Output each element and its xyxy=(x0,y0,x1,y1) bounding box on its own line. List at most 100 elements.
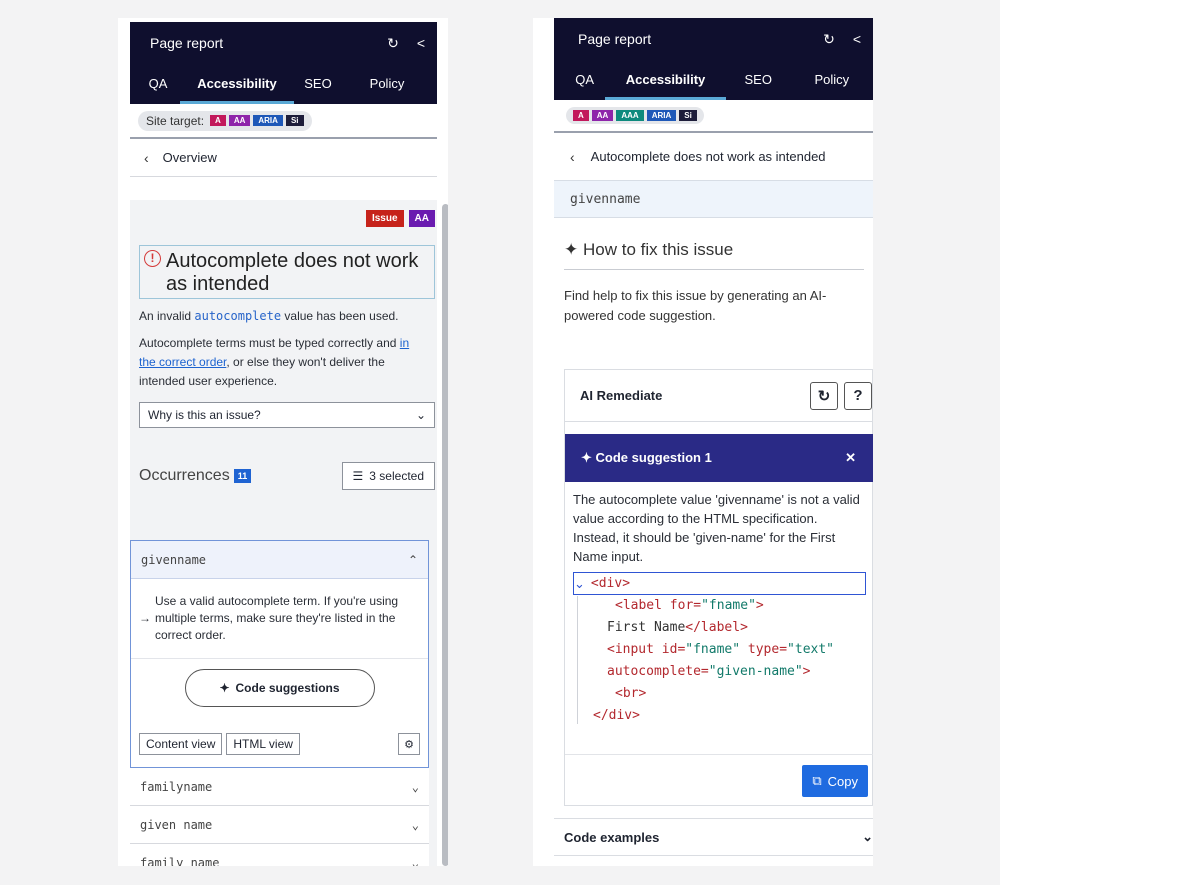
code-suggestions-button[interactable]: ✦ Code suggestions xyxy=(184,669,375,707)
code-token: <br> xyxy=(615,686,647,701)
occurrence-field: givenname xyxy=(554,180,873,218)
occurrence-item[interactable]: family name ⌄ xyxy=(130,844,429,866)
how-to-fix-title: How to fix this issue xyxy=(582,240,734,259)
tab-accessibility[interactable]: Accessibility xyxy=(180,64,294,104)
code-token: "given-name" xyxy=(708,664,803,679)
occurrences-header: Occurrences 11 ☰ 3 selected xyxy=(139,462,435,490)
back-overview[interactable]: ‹ Overview xyxy=(130,139,437,177)
chevron-down-icon: ⌄ xyxy=(862,829,873,844)
why-issue-label: Why is this an issue? xyxy=(148,408,261,422)
gear-icon[interactable]: ⚙ xyxy=(398,733,420,755)
header: Page report ↻ < QA Accessibility SEO Pol… xyxy=(130,22,437,104)
refresh-icon[interactable]: ↻ xyxy=(823,31,835,48)
tab-bar: QA Accessibility SEO Policy xyxy=(130,64,437,104)
site-target-bar: Site target: A AA ARIA Si xyxy=(130,104,437,139)
code-token: "fname" xyxy=(685,642,741,657)
code-line-div-open[interactable]: ⌄ <div> xyxy=(573,572,866,595)
regenerate-icon[interactable]: ↻ xyxy=(810,381,838,410)
code-suggestion-title: Code suggestion 1 xyxy=(595,450,712,465)
close-icon[interactable]: ✕ xyxy=(845,450,856,466)
indent-guide xyxy=(577,596,578,724)
tab-qa[interactable]: QA xyxy=(136,64,180,104)
occurrences-count: 11 xyxy=(233,469,252,483)
advice-text: Use a valid autocomplete term. If you're… xyxy=(155,594,399,642)
code-token: </div> xyxy=(593,708,640,723)
right-panel: Page report ↻ < QA Accessibility SEO Pol… xyxy=(533,18,873,866)
header: Page report ↻ < QA Accessibility SEO Pol… xyxy=(554,18,873,100)
code-line-input-autocomplete: autocomplete="given-name"> xyxy=(573,661,866,683)
share-icon[interactable]: < xyxy=(417,35,425,52)
occurrences-label: Occurrences xyxy=(139,467,230,484)
page-report-right: Page report ↻ < QA Accessibility SEO Pol… xyxy=(554,18,873,866)
issue-title-text: Autocomplete does not work as intended xyxy=(166,250,419,295)
tag-aa: AA xyxy=(591,110,614,121)
share-icon[interactable]: < xyxy=(853,31,861,48)
code-token: id= xyxy=(661,642,686,657)
tab-seo[interactable]: SEO xyxy=(294,64,342,104)
screenshot-canvas: Page report ↻ < QA Accessibility SEO Pol… xyxy=(0,0,1000,885)
chevron-down-icon: ⌄ xyxy=(411,779,419,794)
code-suggestion-header: ✦ Code suggestion 1 ✕ xyxy=(565,434,873,482)
issue-details: Issue AA ! Autocomplete does not work as… xyxy=(130,200,437,866)
tab-accessibility[interactable]: Accessibility xyxy=(605,60,726,100)
chevron-up-icon: ⌃ xyxy=(407,552,418,567)
occurrence-expanded: givenname ⌃ → Use a valid autocomplete t… xyxy=(130,540,429,768)
left-panel: Page report ↻ < QA Accessibility SEO Pol… xyxy=(118,18,448,866)
code-token: "fname" xyxy=(701,598,756,613)
header-row: Page report ↻ < xyxy=(554,18,873,60)
code-line-input: <input id="fname" type="text" xyxy=(573,639,866,661)
occurrence-item[interactable]: familyname ⌄ xyxy=(130,768,429,806)
copy-button[interactable]: ⧉ Copy xyxy=(802,765,868,797)
chevron-left-icon: ‹ xyxy=(570,148,575,165)
content-view-button[interactable]: Content view xyxy=(139,733,223,755)
filter-button[interactable]: ☰ 3 selected xyxy=(341,462,435,490)
tab-qa[interactable]: QA xyxy=(564,60,605,100)
code-line-br: <br> xyxy=(573,683,866,705)
ai-remediate-header: AI Remediate ↻ ? xyxy=(565,370,872,422)
divider xyxy=(131,658,428,659)
refresh-icon[interactable]: ↻ xyxy=(387,35,399,52)
back-label: Autocomplete does not work as intended xyxy=(590,149,826,164)
tab-policy[interactable]: Policy xyxy=(342,64,432,104)
header-title: Page report xyxy=(150,35,224,51)
occurrence-name: family name xyxy=(140,855,220,867)
header-title: Page report xyxy=(578,31,652,47)
code-suggestion-description: The autocomplete value 'givenname' is no… xyxy=(573,492,860,564)
help-icon[interactable]: ? xyxy=(844,381,872,410)
scrollbar[interactable] xyxy=(442,204,448,866)
page-report-left: Page report ↻ < QA Accessibility SEO Pol… xyxy=(130,22,448,866)
back-to-issue[interactable]: ‹ Autocomplete does not work as intended xyxy=(554,133,873,180)
chevron-down-icon: ⌄ xyxy=(411,855,419,867)
occurrence-name: familyname xyxy=(140,779,213,794)
code-token: type= xyxy=(747,642,788,657)
chevron-down-icon: ⌄ xyxy=(574,575,585,591)
code-token: First Name xyxy=(607,620,686,635)
code-line-label: <label for="fname"> xyxy=(573,595,866,617)
tag-si: Si xyxy=(285,115,304,126)
issue-badges: Issue AA xyxy=(130,200,437,227)
tab-seo[interactable]: SEO xyxy=(726,60,791,100)
code-token: </label> xyxy=(685,620,748,635)
html-view-button[interactable]: HTML view xyxy=(226,733,300,755)
occurrence-item[interactable]: given name ⌄ xyxy=(130,806,429,844)
issue-level-badge: AA xyxy=(408,210,435,227)
tag-a: A xyxy=(573,110,589,121)
occurrence-advice: → Use a valid autocomplete term. If you'… xyxy=(131,579,428,644)
occurrence-toggle[interactable]: givenname ⌃ xyxy=(131,541,428,579)
code-token: <div> xyxy=(590,575,631,591)
desc-text: Autocomplete terms must be typed correct… xyxy=(139,336,400,350)
sparkle-icon: ✦ xyxy=(581,450,592,465)
alert-circle-icon: ! xyxy=(144,250,161,267)
chevron-down-icon: ⌄ xyxy=(415,408,426,422)
copy-label: Copy xyxy=(827,773,858,789)
filter-label: 3 selected xyxy=(369,469,424,483)
site-target-pill: Site target: A AA ARIA Si xyxy=(138,110,312,131)
code-suggestion-card: ✦ Code suggestion 1 ✕ The autocomplete v… xyxy=(565,434,873,806)
code-suggestions-label: Code suggestions xyxy=(235,681,340,695)
chevron-down-icon: ⌄ xyxy=(411,817,419,832)
code-token: <label xyxy=(615,598,662,613)
code-token: "text" xyxy=(787,642,835,657)
why-issue-select[interactable]: Why is this an issue? ⌄ xyxy=(139,402,435,428)
tab-policy[interactable]: Policy xyxy=(791,60,873,100)
code-examples-accordion[interactable]: Code examples ⌄ xyxy=(554,818,873,856)
